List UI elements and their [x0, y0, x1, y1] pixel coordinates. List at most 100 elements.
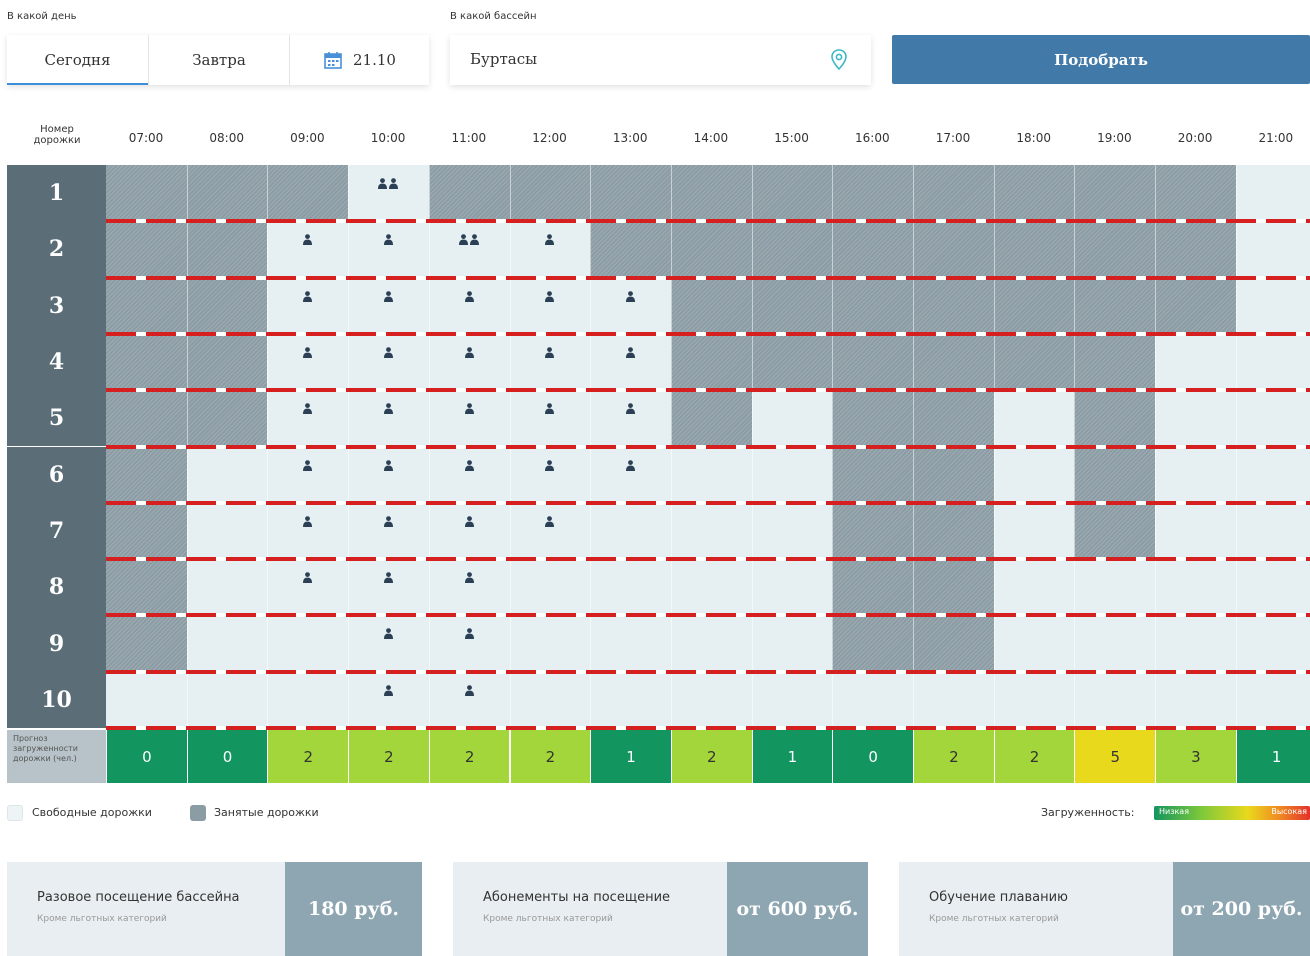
person-icon: [376, 513, 400, 527]
person-icon: [376, 175, 400, 189]
person-icon: [376, 682, 400, 696]
price-tag: от 600 руб.: [723, 862, 868, 956]
lane-number: 10: [7, 671, 106, 728]
legend-busy-label: Занятые дорожки: [214, 806, 319, 819]
lane-number: 9: [7, 615, 106, 672]
price-title: Обучение плаванию: [929, 890, 1068, 905]
busy-slot: [106, 165, 349, 222]
forecast-cell: 0: [186, 730, 268, 783]
time-label: 16:00: [855, 131, 890, 145]
time-label: 11:00: [451, 131, 487, 145]
price-card-lessons[interactable]: Обучение плаванию Кроме льготных категор…: [899, 862, 1310, 956]
forecast-cell: 3: [1155, 730, 1236, 783]
forecast-label: Прогноз загруженности дорожки (чел.): [7, 730, 106, 783]
lane-header: Номер дорожки: [33, 124, 81, 146]
forecast-cell: 2: [913, 730, 994, 783]
person-icon: [619, 400, 643, 415]
legend-free-swatch: [7, 805, 23, 821]
time-label: 18:00: [1016, 131, 1051, 145]
legend-busy-swatch: [190, 805, 206, 821]
forecast-cell: 2: [993, 730, 1075, 783]
person-icon: [376, 344, 400, 358]
lane-rope: [106, 669, 1310, 674]
time-label: 10:00: [370, 131, 406, 145]
person-icon: [296, 513, 320, 527]
pool-select[interactable]: Буртасы: [450, 35, 871, 85]
person-icon: [376, 288, 400, 302]
person-icon: [376, 569, 400, 584]
time-label: 17:00: [935, 131, 971, 145]
lane-rope: [106, 500, 1310, 505]
date-value: 21.10: [353, 51, 396, 69]
price-card-single[interactable]: Разовое посещение бассейна Кроме льготны…: [7, 862, 422, 956]
lane-number: 3: [7, 277, 106, 334]
busy-slot: [670, 277, 1236, 334]
forecast-cell: 0: [106, 730, 187, 783]
busy-slot: [106, 446, 187, 503]
person-icon: [296, 231, 320, 246]
time-label: 19:00: [1097, 131, 1132, 145]
lane-rope: [106, 557, 1310, 562]
price-subtitle: Кроме льготных категорий: [483, 914, 613, 924]
busy-slot: [1074, 446, 1156, 503]
price-title: Разовое посещение бассейна: [37, 890, 240, 905]
lane-number: 8: [7, 559, 106, 616]
forecast-cell: 2: [509, 730, 591, 783]
forecast-cell: 1: [751, 730, 833, 783]
pool-select-value: Буртасы: [470, 50, 538, 68]
person-icon: [619, 288, 643, 302]
price-subtitle: Кроме льготных категорий: [37, 914, 167, 924]
price-tag: 180 руб.: [281, 862, 422, 956]
lane-rope: [106, 219, 1310, 224]
busy-slot: [106, 615, 187, 672]
forecast-cell: 1: [1235, 730, 1310, 783]
person-icon: [457, 625, 481, 640]
forecast-cell: 2: [348, 730, 429, 783]
person-icon: [457, 457, 481, 471]
day-selector: Сегодня Завтра 21.10: [7, 35, 429, 85]
person-icon: [376, 457, 400, 471]
person-icon: [538, 344, 562, 358]
time-label: 21:00: [1258, 131, 1294, 145]
person-icon: [296, 344, 320, 358]
pool-label: В какой бассейн: [450, 11, 537, 22]
person-icon: [457, 288, 481, 302]
time-label: 07:00: [128, 131, 164, 145]
person-icon: [376, 400, 400, 415]
tab-today[interactable]: Сегодня: [7, 35, 148, 85]
person-icon: [457, 569, 481, 584]
time-label: 12:00: [532, 131, 567, 145]
load-gradient-bar: Низкая Высокая: [1154, 806, 1310, 820]
lane-number: 6: [7, 446, 106, 503]
lane-number: 4: [7, 333, 106, 391]
time-label: 14:00: [693, 131, 729, 145]
person-icon: [296, 288, 320, 302]
price-subtitle: Кроме льготных категорий: [929, 914, 1059, 924]
person-icon: [538, 400, 562, 415]
load-low-label: Низкая: [1159, 807, 1190, 816]
price-card-subscription[interactable]: Абонементы на посещение Кроме льготных к…: [453, 862, 868, 956]
calendar-icon: [324, 52, 342, 69]
lane-number: 2: [7, 221, 106, 278]
tab-tomorrow[interactable]: Завтра: [148, 35, 289, 85]
lane-number: 7: [7, 502, 106, 560]
person-icon: [457, 513, 481, 527]
lane-rope: [106, 444, 1310, 449]
day-label: В какой день: [7, 11, 77, 22]
person-icon: [538, 513, 562, 527]
forecast-cell: 2: [267, 730, 349, 783]
busy-slot: [106, 559, 187, 616]
forecast-cell: 5: [1074, 730, 1156, 783]
pool-schedule-page: В какой день В какой бассейн Сегодня Зав…: [0, 0, 1310, 956]
forecast-cell: 2: [428, 730, 510, 783]
busy-slot: [1074, 502, 1156, 560]
submit-button[interactable]: Подобрать: [892, 35, 1310, 84]
lane-number: 5: [7, 390, 106, 447]
person-icon: [457, 400, 481, 415]
person-icon: [296, 400, 320, 415]
date-picker[interactable]: 21.10: [289, 35, 429, 85]
lane-rope: [106, 613, 1310, 618]
price-tag: от 200 руб.: [1169, 862, 1310, 956]
lane-rope: [106, 331, 1310, 336]
busy-slot: [1074, 390, 1156, 447]
